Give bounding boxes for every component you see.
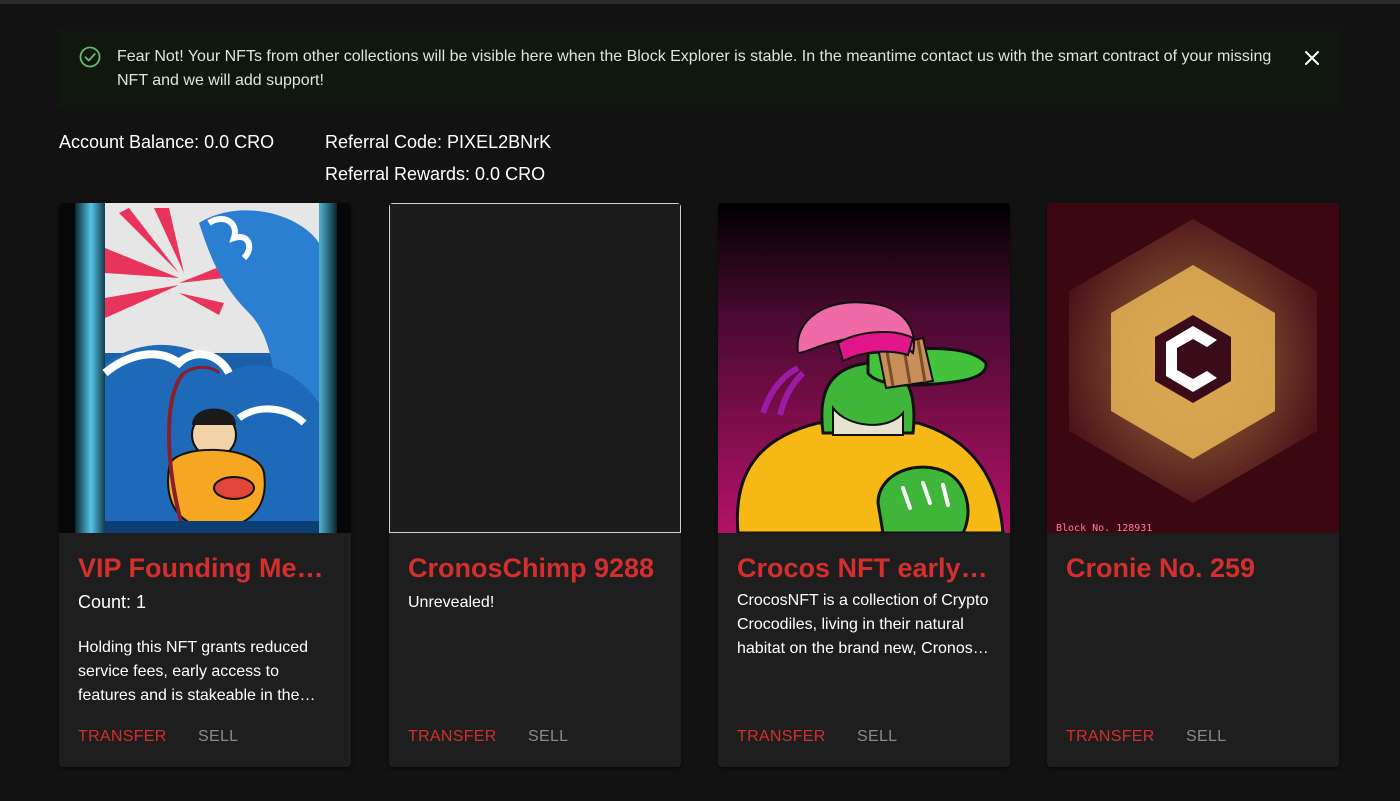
nft-card: VIP Founding Member Count: 1 Holding thi… [59, 203, 351, 767]
nft-image-unrevealed[interactable] [389, 203, 681, 533]
nft-card: CronosChimp 9288 Unrevealed! TRANSFER SE… [389, 203, 681, 767]
card-title: Cronie No. 259 [1066, 553, 1256, 583]
top-border [0, 0, 1400, 4]
sell-button[interactable]: SELL [1186, 728, 1226, 746]
sell-button[interactable]: SELL [528, 728, 568, 746]
card-title: Crocos NFT early founder [737, 553, 995, 583]
check-circle-icon [79, 46, 101, 68]
alert-message: Fear Not! Your NFTs from other collectio… [117, 48, 1272, 89]
nft-card: Crocos NFT early founder CrocosNFT is a … [718, 203, 1010, 767]
referral-rewards: Referral Rewards: 0.0 CRO [325, 164, 546, 184]
sell-button[interactable]: SELL [198, 728, 238, 746]
card-title: CronosChimp 9288 [408, 553, 655, 583]
nft-image-cronie[interactable]: Block No. 128931 [1047, 203, 1339, 533]
card-count: Count: 1 [78, 592, 147, 612]
card-description: Unrevealed! [408, 594, 495, 611]
transfer-button[interactable]: TRANSFER [78, 728, 167, 746]
block-number-caption: Block No. 128931 [1056, 523, 1153, 533]
nft-image-croc[interactable] [718, 203, 1010, 533]
card-title: VIP Founding Member [78, 553, 336, 583]
transfer-button[interactable]: TRANSFER [408, 728, 497, 746]
card-description: Holding this NFT grants reduced service … [78, 639, 309, 704]
nft-card: Block No. 128931 Cronie No. 259 TRANSFER… [1047, 203, 1339, 767]
card-description: CrocosNFT is a collection of Crypto Croc… [737, 592, 989, 657]
account-balance: Account Balance: 0.0 CRO [59, 132, 275, 152]
transfer-button[interactable]: TRANSFER [1066, 728, 1155, 746]
nft-image-wave[interactable] [59, 203, 351, 533]
info-alert: Fear Not! Your NFTs from other collectio… [58, 28, 1340, 108]
close-icon[interactable] [1302, 48, 1322, 68]
sell-button[interactable]: SELL [857, 728, 897, 746]
referral-code: Referral Code: PIXEL2BNrK [325, 132, 552, 152]
transfer-button[interactable]: TRANSFER [737, 728, 826, 746]
